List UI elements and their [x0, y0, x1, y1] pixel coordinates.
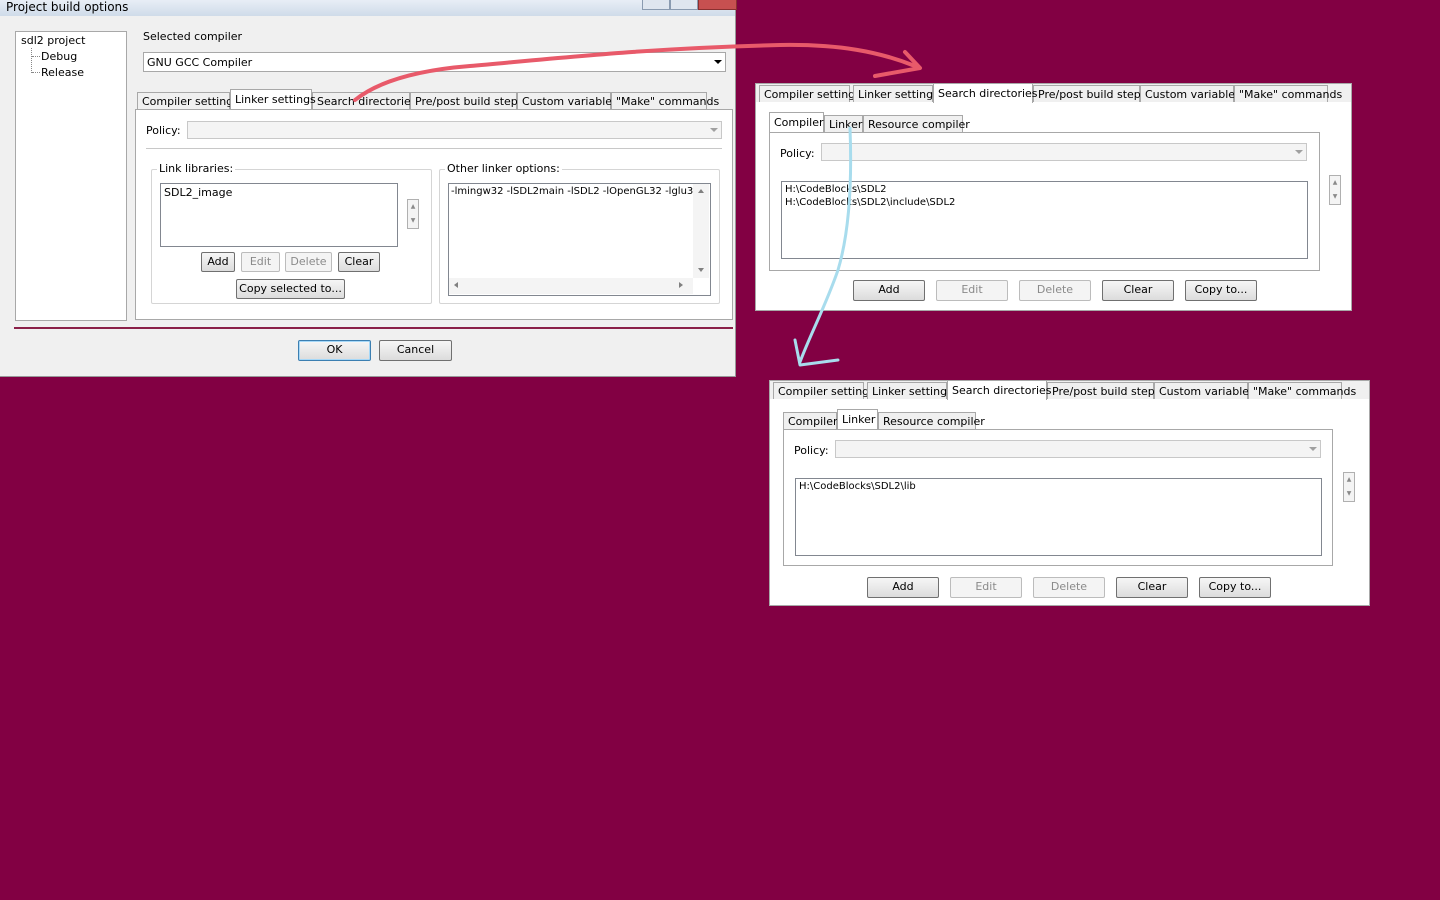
- tab-search-directories[interactable]: Search directories: [933, 83, 1038, 103]
- subtab-compiler[interactable]: Compiler: [769, 112, 824, 132]
- red-arrow: [353, 42, 917, 102]
- tab-linker-settings[interactable]: Linker settings: [230, 89, 316, 109]
- tab-search-directories[interactable]: Search directories: [947, 380, 1052, 400]
- subtab-linker[interactable]: Linker: [837, 409, 878, 429]
- blue-arrow: [798, 126, 853, 364]
- annotation-arrows: [353, 42, 922, 367]
